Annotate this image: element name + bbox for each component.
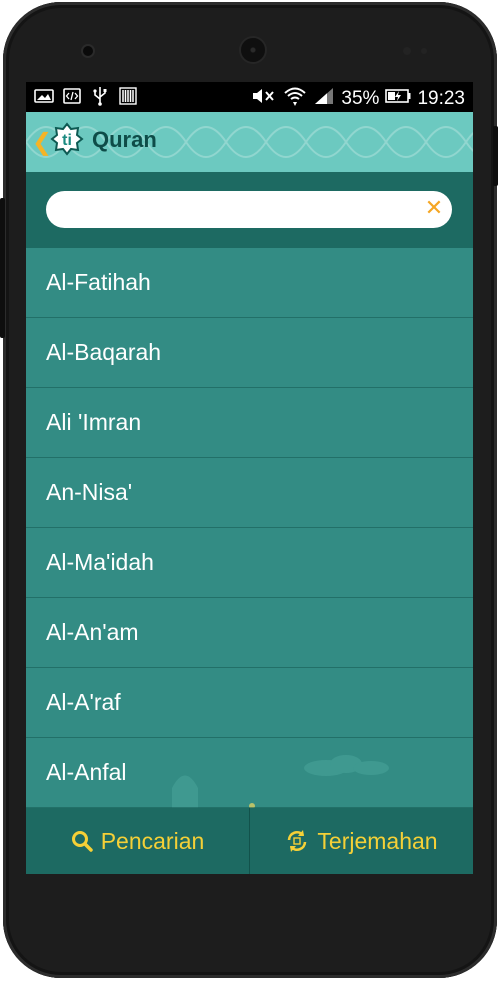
mute-icon [251, 86, 277, 112]
surah-name: Al-Fatihah [46, 269, 151, 295]
list-item[interactable]: Al-An'am [26, 598, 473, 668]
refresh-icon [288, 830, 307, 852]
surah-name: Al-Anfal [46, 759, 127, 785]
surah-name: Ali 'Imran [46, 409, 142, 435]
signal-icon [313, 86, 335, 112]
usb-icon [90, 87, 110, 106]
list-item[interactable]: Al-Ma'idah [26, 528, 473, 598]
surah-name: Al-Ma'idah [46, 549, 154, 575]
battery-icon [385, 88, 411, 110]
list-item[interactable]: Al-A'raf [26, 668, 473, 738]
front-camera [83, 46, 93, 56]
list-item[interactable]: Ali 'Imran [26, 388, 473, 458]
battery-percent: 35% [341, 88, 380, 109]
search-icon [71, 831, 93, 852]
app-logo-icon: ti [50, 122, 84, 156]
photo-icon [34, 87, 54, 105]
translation-tab-label: Terjemahan [317, 827, 438, 854]
page-title: Quran [92, 127, 157, 152]
close-icon[interactable]: ✕ [422, 197, 446, 221]
wifi-icon [283, 85, 307, 113]
code-icon [62, 87, 82, 105]
search-tab-label: Pencarian [100, 827, 205, 854]
search-tab-button[interactable]: Pencarian [26, 808, 249, 874]
logo-text: ti [62, 132, 72, 149]
status-bar: 35% 19:23 [26, 82, 473, 112]
app-toolbar: ❮ ti Quran [26, 112, 473, 172]
surah-name: Al-An'am [46, 619, 139, 645]
app-screen: 35% 19:23 ❮ ti Quran ✕ Al-Fatihah Al-Baq… [26, 82, 473, 874]
earpiece-speaker [241, 38, 265, 62]
list-item[interactable]: Al-Anfal [26, 738, 473, 808]
barcode-icon [118, 87, 138, 105]
list-item[interactable]: Al-Fatihah [26, 248, 473, 318]
clock-time: 19:23 [417, 88, 465, 109]
surah-name: Al-A'raf [46, 689, 121, 715]
search-bar: ✕ [26, 172, 473, 248]
translation-tab-button[interactable]: Terjemahan [249, 808, 473, 874]
surah-list: Al-Fatihah Al-Baqarah Ali 'Imran An-Nisa… [26, 248, 473, 808]
surah-name: An-Nisa' [46, 479, 133, 505]
list-item[interactable]: Al-Baqarah [26, 318, 473, 388]
search-input[interactable] [46, 191, 452, 228]
list-item[interactable]: An-Nisa' [26, 458, 473, 528]
light-sensor [421, 48, 427, 54]
volume-button [0, 198, 5, 338]
proximity-sensor [403, 47, 411, 55]
power-button [493, 126, 498, 186]
surah-name: Al-Baqarah [46, 339, 162, 365]
bottom-nav: Pencarian Terjemahan [26, 808, 473, 874]
